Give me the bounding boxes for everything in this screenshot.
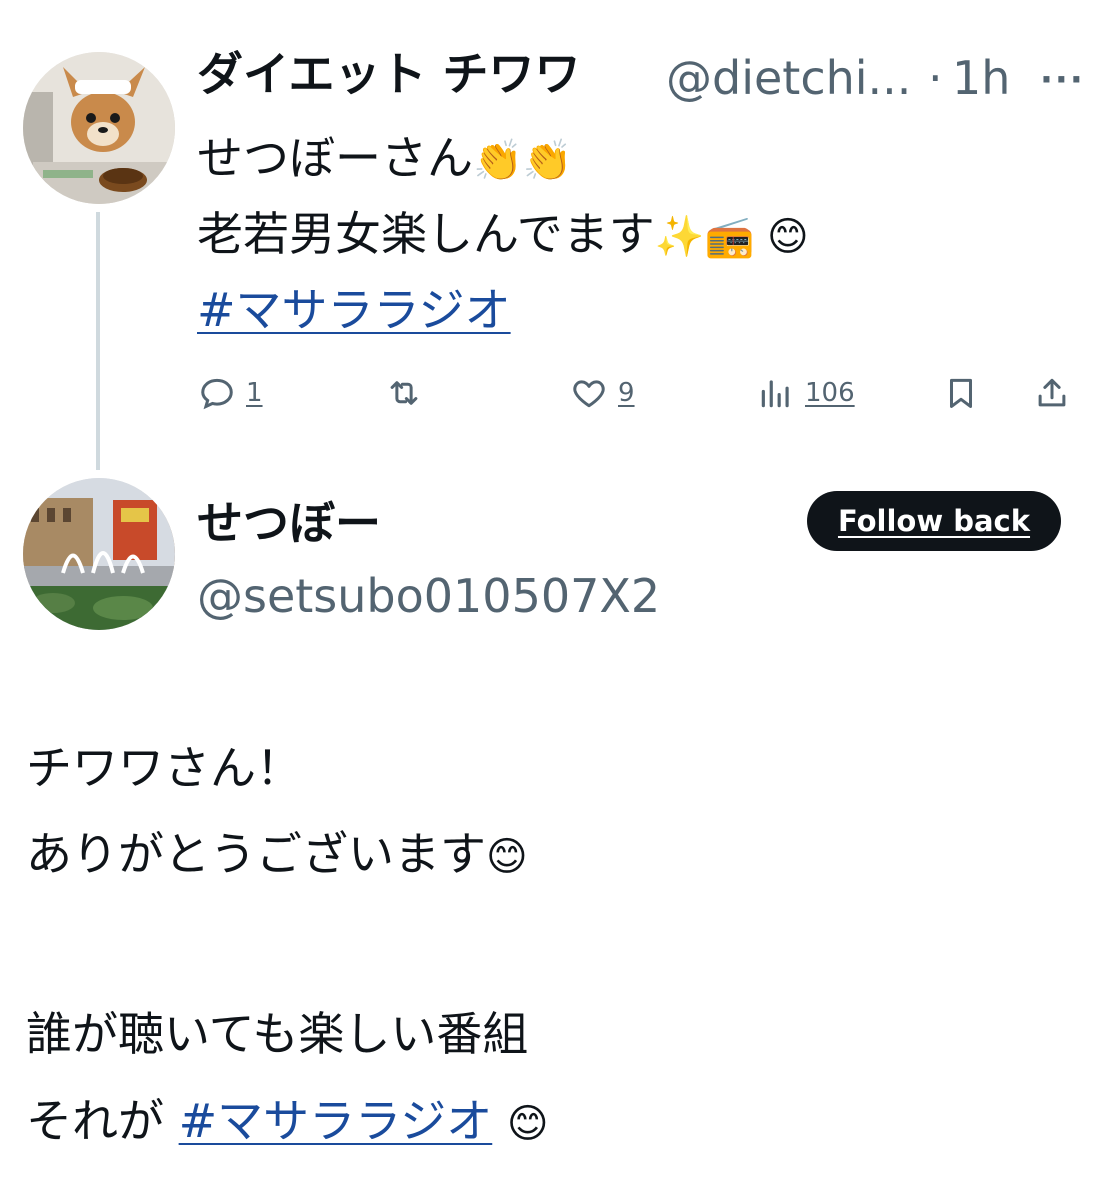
retweet-icon	[390, 381, 418, 405]
share-icon	[1038, 378, 1066, 407]
reply-handle[interactable]: @setsubo010507X2	[197, 573, 660, 619]
parent-timestamp[interactable]: 1h	[952, 55, 1010, 101]
share-button[interactable]	[1033, 374, 1071, 412]
reply-count: 1	[246, 378, 263, 408]
retweet-button[interactable]	[385, 374, 423, 412]
reply-button[interactable]: 1	[198, 374, 263, 412]
chihuahua-avatar-icon	[23, 52, 175, 204]
more-options-button[interactable]: ···	[1040, 60, 1085, 100]
clapping-hands-emoji: 👏👏	[473, 138, 573, 184]
parent-avatar[interactable]	[23, 52, 175, 204]
smile-emoji: 😊	[486, 834, 528, 880]
reply-line-1-text: チワワさん！	[26, 741, 302, 795]
parent-line-2-text: 老若男女楽しんでます	[197, 207, 655, 261]
parent-hashtag-line: #マサララジオ	[197, 272, 511, 348]
time-separator: ·	[928, 51, 943, 105]
bookmark-icon	[949, 378, 973, 408]
parent-display-name[interactable]: ダイエット チワワ	[197, 51, 581, 97]
reply-line-4: それが #マサララジオ 😊	[26, 1083, 549, 1162]
smile-emoji: 😊	[506, 1101, 549, 1147]
follow-back-button[interactable]: Follow back	[807, 491, 1061, 551]
fountain-avatar-icon	[23, 478, 175, 630]
reply-line-3-text: 誰が聴いても楽しい番組	[26, 1007, 529, 1061]
parent-handle[interactable]: @dietchi...	[666, 55, 911, 101]
parent-hashtag-link[interactable]: #マサララジオ	[197, 283, 511, 337]
reply-hashtag-link[interactable]: #マサララジオ	[179, 1094, 493, 1148]
like-count: 9	[618, 378, 635, 408]
reply-display-name[interactable]: せつぼー	[197, 500, 381, 546]
sparkles-radio-smile-emoji: ✨📻 😊	[654, 214, 809, 260]
views-button[interactable]: 106	[757, 374, 855, 412]
parent-line-1: せつぼーさん👏👏	[197, 120, 573, 199]
reply-line-2-text: ありがとうございます	[26, 827, 486, 881]
views-icon	[761, 380, 789, 408]
reply-icon	[201, 378, 233, 410]
parent-line-2: 老若男女楽しんでます✨📻 😊	[197, 196, 809, 275]
reply-line-3: 誰が聴いても楽しい番組	[26, 996, 528, 1072]
views-count: 106	[805, 378, 855, 408]
parent-line-1-text: せつぼーさん	[197, 131, 473, 185]
bookmark-button[interactable]	[942, 374, 980, 412]
like-button[interactable]: 9	[570, 374, 635, 412]
reply-line-2: ありがとうございます😊	[26, 816, 528, 895]
thread-connector	[96, 212, 100, 470]
reply-line-4-text: それが	[26, 1094, 164, 1148]
reply-avatar[interactable]	[23, 478, 175, 630]
heart-icon	[573, 380, 605, 408]
reply-line-1: チワワさん！	[26, 730, 302, 806]
